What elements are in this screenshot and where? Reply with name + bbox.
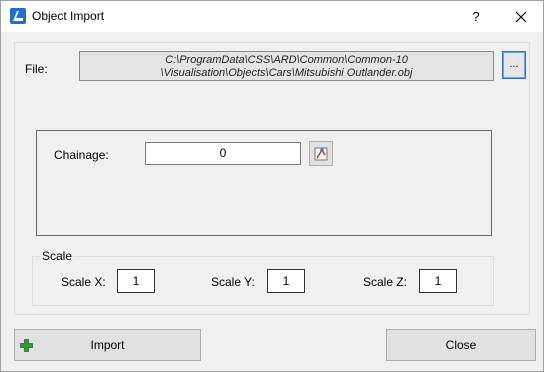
scale-y-input[interactable]: 1 bbox=[267, 269, 305, 293]
scale-x-input[interactable]: 1 bbox=[117, 269, 155, 293]
scale-y-label: Scale Y: bbox=[211, 275, 255, 289]
help-button[interactable]: ? bbox=[453, 1, 499, 32]
close-button-label: Close bbox=[445, 338, 477, 352]
file-label: File: bbox=[25, 62, 48, 76]
chainage-label: Chainage: bbox=[54, 148, 109, 162]
scale-x-label: Scale X: bbox=[61, 275, 106, 289]
scale-z-input[interactable]: 1 bbox=[419, 269, 457, 293]
close-button[interactable]: Close bbox=[386, 329, 536, 361]
import-button[interactable]: Import bbox=[14, 329, 201, 361]
browse-button[interactable]: ... bbox=[502, 51, 526, 79]
title-bar[interactable]: Object Import ? bbox=[1, 1, 543, 32]
window-close-button[interactable] bbox=[499, 1, 543, 32]
plus-icon bbox=[20, 339, 33, 352]
pick-chainage-button[interactable] bbox=[309, 141, 333, 166]
import-button-label: Import bbox=[90, 338, 125, 352]
bricscad-app-icon bbox=[10, 8, 26, 24]
scale-z-label: Scale Z: bbox=[363, 275, 408, 289]
chainage-input[interactable]: 0 bbox=[145, 142, 301, 165]
dialog-title: Object Import bbox=[32, 9, 105, 23]
file-path-field: C:\ProgramData\CSS\ARD\Common\Common-10 … bbox=[79, 51, 494, 81]
pick-point-icon bbox=[314, 147, 328, 160]
close-icon bbox=[515, 11, 527, 22]
file-path-line-1: C:\ProgramData\CSS\ARD\Common\Common-10 bbox=[165, 54, 408, 66]
scale-group-title: Scale bbox=[41, 249, 74, 263]
file-path-line-2: \Visualisation\Objects\Cars\Mitsubishi O… bbox=[160, 67, 413, 79]
